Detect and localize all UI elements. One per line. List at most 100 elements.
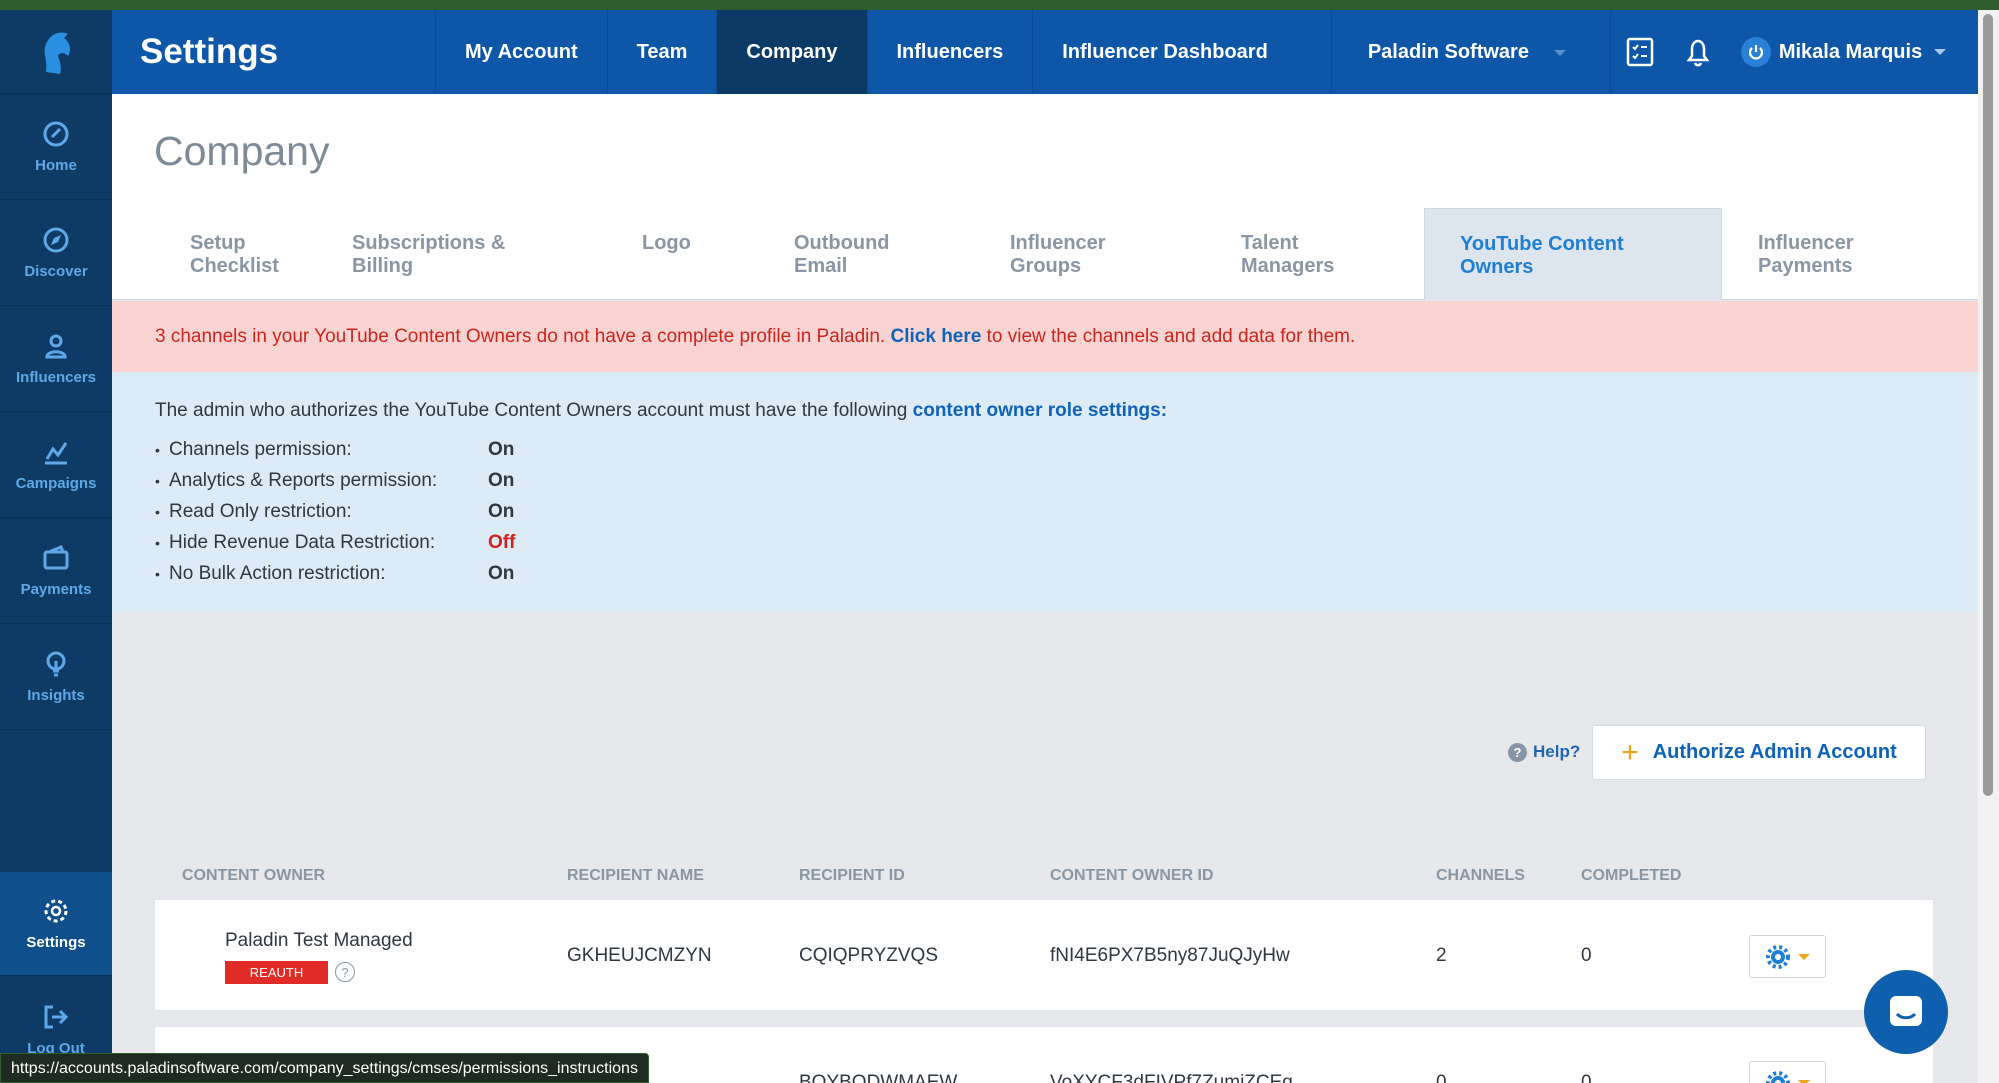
power-icon [1740, 37, 1771, 67]
row-settings-button[interactable] [1749, 1061, 1826, 1083]
checklist-icon [1626, 37, 1654, 67]
chevron-down-icon [1553, 50, 1566, 56]
subtab-influencer-payments[interactable]: Influencer Payments [1758, 208, 1878, 300]
subtab-talent-managers[interactable]: Talent Managers [1241, 208, 1371, 300]
sidebar-item-discover[interactable]: Discover [0, 200, 112, 306]
person-icon [45, 334, 67, 359]
chat-icon [1890, 996, 1922, 1026]
question-icon: ? [1508, 742, 1527, 762]
compass-icon [43, 227, 69, 253]
reauth-badge[interactable]: REAUTH [225, 961, 328, 984]
alert-text-suffix: to view the channels and add data for th… [986, 325, 1356, 347]
permission-row: • Channels permission: On [155, 438, 515, 460]
sidebar-item-label: Influencers [15, 369, 97, 386]
info-intro: The admin who authorizes the YouTube Con… [155, 400, 908, 421]
completed-count: 0 [1581, 945, 1592, 966]
alert-text: 3 channels in your YouTube Content Owner… [155, 325, 886, 347]
home-icon [43, 121, 69, 147]
chat-launcher-button[interactable] [1864, 970, 1948, 1054]
channels-count: 2 [1436, 945, 1447, 966]
row-settings-button[interactable] [1749, 935, 1826, 978]
column-header-recipient-name: RECIPIENT NAME [567, 867, 704, 884]
scrollbar[interactable] [1978, 10, 1999, 1083]
top-header: Settings My Account Team Company Influen… [112, 10, 1978, 94]
alert-click-here-link[interactable]: Click here [891, 326, 982, 348]
tab-influencers[interactable]: Influencers [866, 10, 1033, 94]
plus-icon: + [1621, 735, 1639, 769]
tab-company[interactable]: Company [716, 10, 867, 94]
sidebar-item-influencers[interactable]: Influencers [0, 306, 112, 412]
tab-team[interactable]: Team [606, 10, 717, 94]
content-owner-role-settings-link[interactable]: content owner role settings: [913, 400, 1167, 421]
completed-count: 0 [1581, 1072, 1592, 1083]
bell-icon [1686, 39, 1710, 67]
content-owner-id: fNI4E6PX7B5ny87JuQJyHw [1050, 945, 1290, 966]
scroll-thumb[interactable] [1983, 14, 1993, 796]
recipient-id: BOYBODWMAEW [799, 1072, 958, 1083]
user-menu[interactable]: Mikala Marquis [1740, 37, 1947, 67]
permission-row: • Analytics & Reports permission: On [155, 469, 515, 491]
column-header-recipient-id: RECIPIENT ID [799, 867, 905, 884]
company-subtabs: Setup Checklist Subscriptions & Billing … [112, 208, 1978, 300]
app-logo[interactable] [0, 10, 112, 94]
sidebar-item-settings[interactable]: Settings [0, 872, 112, 976]
sidebar-item-insights[interactable]: Insights [0, 624, 112, 730]
sidebar-item-home[interactable]: Home [0, 94, 112, 200]
recipient-name: GKHEUJCMZYN [567, 945, 712, 966]
incomplete-profile-alert: 3 channels in your YouTube Content Owner… [112, 301, 1978, 372]
link-status-bar: https://accounts.paladinsoftware.com/com… [0, 1053, 649, 1083]
sidebar-item-label: Settings [26, 934, 86, 951]
sidebar-item-label: Discover [24, 263, 88, 280]
subtab-youtube-content-owners[interactable]: YouTube Content Owners [1424, 208, 1722, 300]
notifications-button[interactable] [1669, 10, 1727, 94]
permission-row: • Hide Revenue Data Restriction: Off [155, 531, 516, 553]
logout-icon [44, 1005, 69, 1029]
recipient-id: CQIQPRYZVQS [799, 945, 939, 966]
organization-name: Paladin Software [1367, 40, 1529, 63]
gear-icon [1765, 944, 1790, 969]
permission-row: • Read Only restriction: On [155, 500, 515, 522]
knight-logo-icon [44, 31, 71, 74]
column-header-completed: COMPLETED [1581, 867, 1682, 884]
chevron-down-icon [1934, 49, 1947, 55]
subtab-influencer-groups[interactable]: Influencer Groups [1010, 208, 1120, 300]
organization-switcher[interactable]: Paladin Software [1330, 10, 1611, 94]
gear-icon [44, 899, 68, 923]
role-settings-info: The admin who authorizes the YouTube Con… [112, 372, 1978, 612]
permission-row: • No Bulk Action restriction: On [155, 562, 515, 584]
authorize-admin-account-button[interactable]: + Authorize Admin Account [1592, 725, 1926, 780]
help-link[interactable]: ? Help? [1508, 742, 1580, 762]
table-row[interactable]: Paladin Test Managed REAUTH ? GKHEUJCMZY… [154, 899, 1934, 1011]
content-owner-id: VoXYCF3dFIVPf7ZumiZCEg [1050, 1072, 1293, 1083]
sidebar-item-label: Campaigns [15, 475, 97, 492]
column-header-channels: CHANNELS [1436, 867, 1525, 884]
header-title: Settings [140, 32, 279, 71]
window-top-strip [0, 0, 1999, 10]
subtab-setup-checklist[interactable]: Setup Checklist [152, 208, 302, 300]
sidebar-item-label: Payments [20, 581, 92, 598]
sidebar-item-payments[interactable]: Payments [0, 518, 112, 624]
wallet-icon [43, 545, 69, 570]
chevron-down-icon [1797, 953, 1810, 960]
content-owner-name: Paladin Test Managed [225, 930, 413, 951]
chevron-down-icon [1797, 1079, 1810, 1083]
gear-icon [1765, 1070, 1790, 1083]
lightbulb-icon [46, 651, 66, 677]
page-title: Company [154, 128, 330, 174]
sidebar-item-label: Insights [27, 687, 85, 704]
help-circle-icon[interactable]: ? [335, 962, 355, 982]
subtab-subscriptions-billing[interactable]: Subscriptions & Billing [332, 208, 562, 300]
user-name: Mikala Marquis [1778, 40, 1923, 63]
subtab-logo[interactable]: Logo [642, 208, 722, 300]
column-header-content-owner-id: CONTENT OWNER ID [1050, 867, 1214, 884]
sidebar-item-label: Home [35, 157, 77, 174]
tab-influencer-dashboard[interactable]: Influencer Dashboard [1032, 10, 1297, 94]
channels-count: 0 [1436, 1072, 1447, 1083]
column-header-content-owner: CONTENT OWNER [182, 867, 326, 884]
chart-icon [45, 442, 68, 465]
tab-my-account[interactable]: My Account [435, 10, 607, 94]
checklist-button[interactable] [1611, 10, 1669, 94]
subtab-outbound-email[interactable]: Outbound Email [794, 208, 904, 300]
sidebar: Home Discover Influencers Campaigns Paym… [0, 10, 112, 1083]
sidebar-item-campaigns[interactable]: Campaigns [0, 412, 112, 518]
